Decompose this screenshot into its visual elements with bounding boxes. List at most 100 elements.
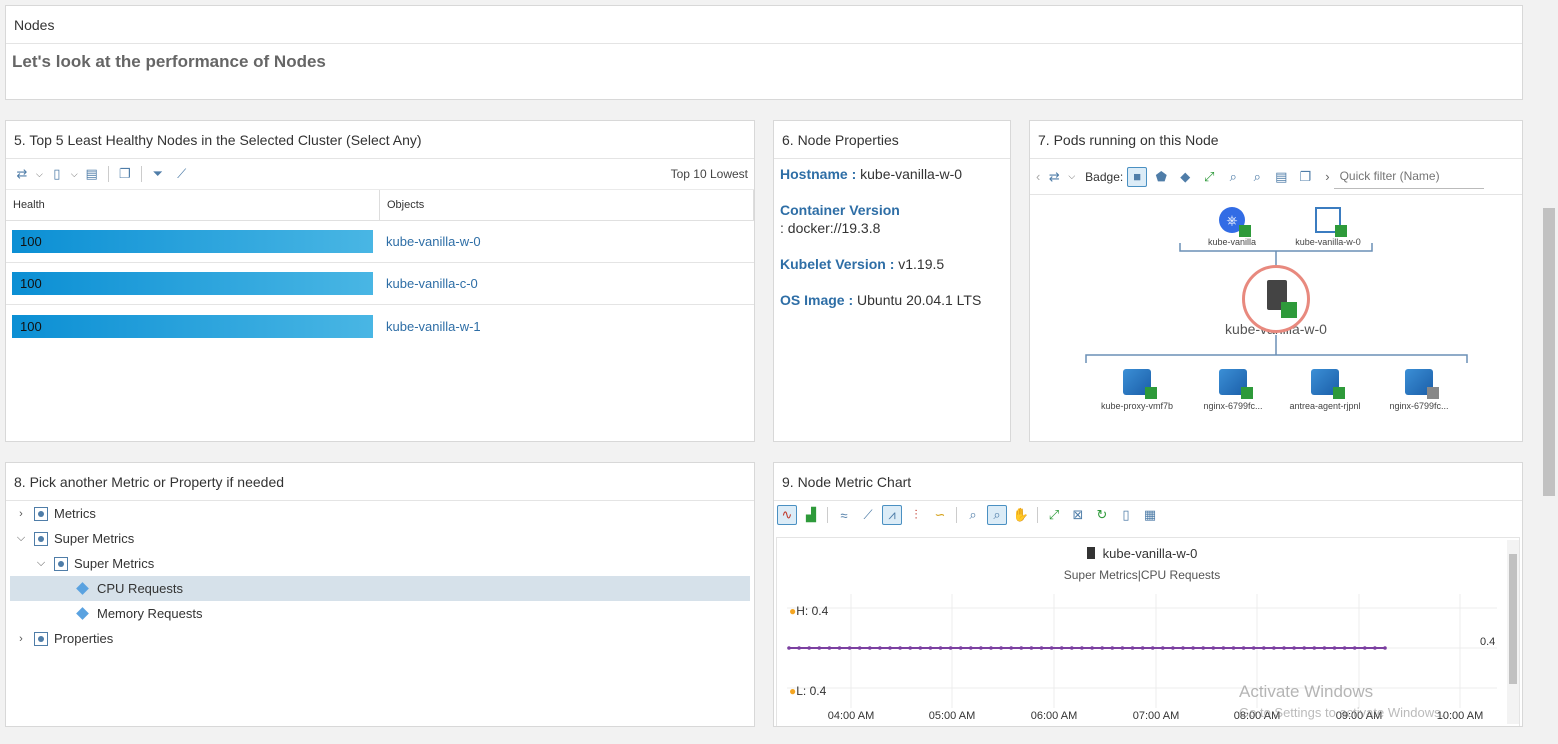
tree-item-properties[interactable]: › Properties [10,626,750,651]
health-column-header[interactable]: Health [6,190,380,220]
data-point[interactable] [908,646,912,650]
chevron-down-icon[interactable]: ⌵ [36,169,43,180]
relationship-icon[interactable]: ⇄ [12,164,32,184]
data-point[interactable] [1322,646,1327,650]
data-point[interactable] [999,646,1003,650]
data-point[interactable] [1120,646,1125,650]
data-point[interactable] [1059,646,1064,650]
data-point[interactable] [1201,646,1205,650]
chevron-right-icon[interactable]: › [14,633,28,645]
parent-cluster-node[interactable]: ⎈ kube-vanilla [1204,207,1260,247]
top-lowest-filter[interactable]: Top 10 Lowest [671,167,748,181]
tree-item-super-metrics-child[interactable]: ⌵ Super Metrics [10,551,750,576]
expand-icon[interactable]: ⤢ [1199,167,1219,187]
expand-icon[interactable]: ⤢ [1044,505,1064,525]
trend-icon[interactable]: ⟋ [172,164,192,184]
chevron-right-icon[interactable]: › [1325,169,1329,184]
topology-graph[interactable]: ⎈ kube-vanilla kube-vanilla-w-0 kube-van… [1030,195,1522,435]
data-point[interactable] [1312,646,1317,650]
relationship-icon[interactable]: ⇄ [1044,167,1064,187]
data-point[interactable] [1342,646,1347,650]
data-point[interactable] [989,646,993,650]
object-link[interactable]: kube-vanilla-w-0 [380,234,481,249]
efficiency-badge-icon[interactable]: ◆ [1175,167,1195,187]
close-chart-icon[interactable]: ⊠ [1068,505,1088,525]
tree-item-memory-requests[interactable]: Memory Requests [10,601,750,626]
risk-badge-icon[interactable]: ⬟ [1151,167,1171,187]
pod-node[interactable]: kube-proxy-vmf7b [1092,369,1182,411]
chart-mode-icon[interactable]: ∿ [777,505,797,525]
data-point[interactable] [1171,646,1175,650]
quick-filter-input[interactable] [1333,164,1484,189]
date-range-icon[interactable]: ▦ [1140,505,1160,525]
data-point[interactable] [1332,646,1337,650]
data-point[interactable] [1241,646,1246,650]
dashboard-icon[interactable]: ▤ [1271,167,1291,187]
stacked-chart-icon[interactable]: ▟ [801,505,821,525]
pod-node[interactable]: nginx-6799fc... [1374,369,1464,411]
data-point[interactable] [938,646,943,650]
data-point[interactable] [1070,646,1074,650]
refresh-icon[interactable]: ↻ [1092,505,1112,525]
calendar-icon[interactable]: ▯ [1116,505,1136,525]
table-row[interactable]: 100 kube-vanilla-c-0 [6,263,754,305]
pod-node[interactable]: antrea-agent-rjpnl [1280,369,1370,411]
data-point[interactable] [1080,646,1084,650]
chevron-down-icon[interactable]: ⌵ [1068,171,1075,182]
data-point[interactable] [1282,646,1286,650]
data-point[interactable] [1150,646,1155,650]
data-point[interactable] [817,646,822,650]
data-point[interactable] [1292,646,1296,650]
chevron-right-icon[interactable]: › [14,508,28,520]
calendar-icon[interactable]: ▯ [47,164,67,184]
trend-line-icon[interactable]: ≈ [834,505,854,525]
chevron-left-icon[interactable]: ‹ [1036,169,1040,184]
chevron-down-icon[interactable]: ⌵ [34,557,48,570]
tree-item-super-metrics[interactable]: ⌵ Super Metrics [10,526,750,551]
object-link[interactable]: kube-vanilla-w-1 [380,319,481,334]
page-scrollbar-thumb[interactable] [1543,208,1555,496]
parent-vm-node[interactable]: kube-vanilla-w-0 [1288,207,1368,247]
data-point[interactable] [1100,646,1104,650]
show-data-points-icon[interactable]: ⩘ [882,505,902,525]
zoom-icon[interactable]: ⌕ [1223,167,1243,187]
dynamic-threshold-icon[interactable]: ⟋ [858,505,878,525]
objects-column-header[interactable]: Objects [380,190,754,220]
table-row[interactable]: 100 kube-vanilla-w-1 [6,305,754,347]
data-point[interactable] [1049,646,1054,650]
object-link[interactable]: kube-vanilla-c-0 [380,276,478,291]
filter-icon[interactable]: ⏷ [148,164,168,184]
data-point[interactable] [948,646,953,650]
copy-icon[interactable]: ❐ [1295,167,1315,187]
data-point[interactable] [1181,646,1185,650]
data-point[interactable] [1302,646,1306,650]
data-point[interactable] [878,646,882,650]
data-point[interactable] [827,646,832,650]
data-point[interactable] [918,646,923,650]
data-point[interactable] [1130,646,1135,650]
data-point[interactable] [1211,646,1216,650]
pan-icon[interactable]: ✋ [1011,505,1031,525]
zoom-all-icon[interactable]: ⌕ [987,505,1007,525]
tree-item-cpu-requests[interactable]: CPU Requests [10,576,750,601]
data-point[interactable] [1110,646,1115,650]
pod-node[interactable]: nginx-6799fc... [1188,369,1278,411]
data-point[interactable] [1383,646,1387,650]
zoom-fit-icon[interactable]: ⌕ [1247,167,1267,187]
data-point[interactable] [969,646,973,650]
data-point[interactable] [1019,646,1024,650]
zoom-icon[interactable]: ⌕ [963,505,983,525]
data-point[interactable] [1272,646,1276,650]
page-scrollbar[interactable] [1540,0,1558,744]
data-point[interactable] [1363,646,1367,650]
data-point[interactable] [1262,646,1266,650]
data-point[interactable] [837,646,842,650]
data-point[interactable] [1352,646,1357,650]
data-point[interactable] [1161,646,1165,650]
health-badge-icon[interactable]: ■ [1127,166,1148,187]
data-point[interactable] [1140,646,1145,650]
data-point[interactable] [857,646,862,650]
data-point[interactable] [1090,646,1094,650]
tree-item-metrics[interactable]: › Metrics [10,501,750,526]
data-point[interactable] [1029,646,1034,650]
